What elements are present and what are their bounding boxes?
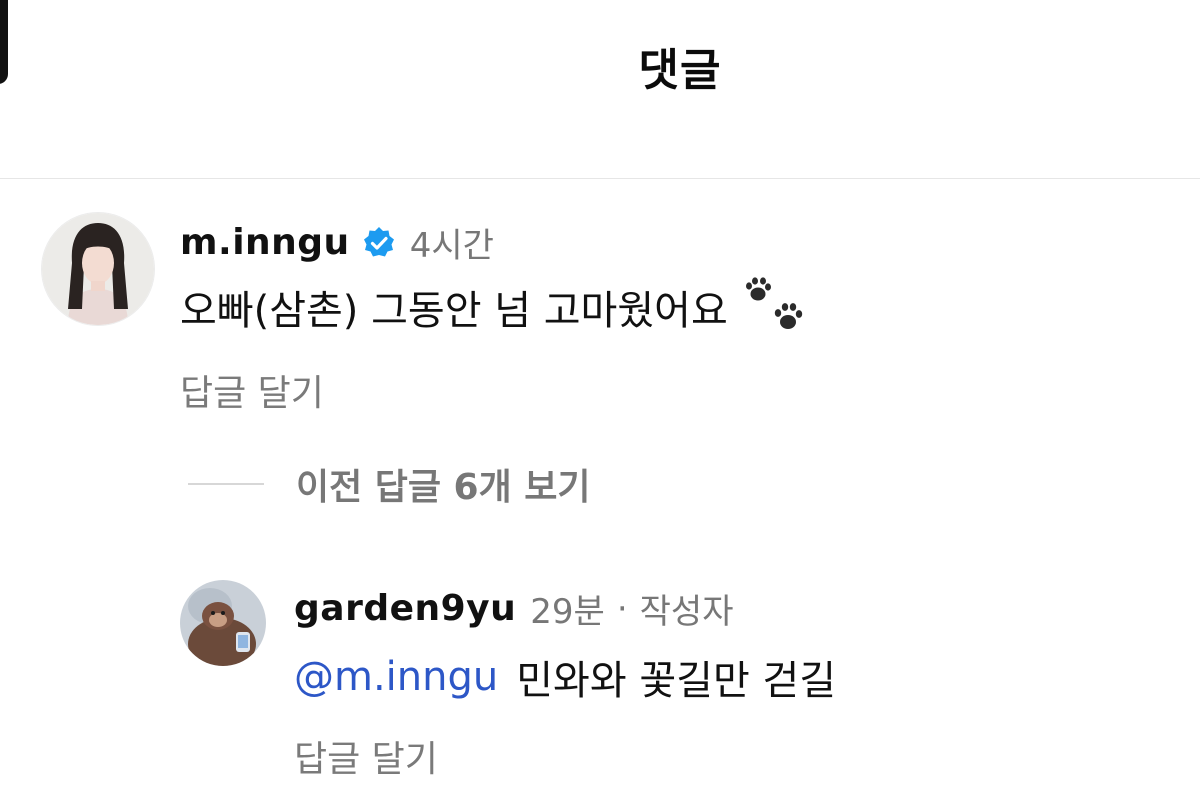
reply-header: garden9yu 29분 · 작성자 [294, 584, 733, 633]
reply-button[interactable]: 답글 달기 [180, 364, 324, 416]
reply-text: 민와와 꽃길만 걷길 [516, 658, 837, 704]
comment-username[interactable]: m.inngu [180, 222, 350, 263]
reply-body: @m.inngu 민와와 꽃길만 걷길 [294, 648, 836, 706]
reply-button[interactable]: 답글 달기 [294, 730, 438, 782]
author-badge: 작성자 [639, 592, 734, 632]
verified-badge-icon [362, 226, 396, 260]
meta-separator: · [616, 588, 628, 629]
view-previous-replies-label: 이전 답글 6개 보기 [296, 467, 591, 508]
mention-link[interactable]: @m.inngu [294, 654, 498, 700]
reply-username[interactable]: garden9yu [294, 588, 516, 629]
view-previous-replies-button[interactable]: 이전 답글 6개 보기 [188, 458, 591, 510]
comment-text: 오빠(삼촌) 그동안 넘 고마웠어요 [180, 288, 728, 334]
avatar[interactable] [41, 212, 155, 326]
comment-body: 오빠(삼촌) 그동안 넘 고마웠어요 [180, 276, 808, 338]
comment-header: m.inngu 4시간 [180, 218, 494, 267]
reply-time: 29분 [530, 592, 605, 632]
replies-divider-line [188, 483, 264, 485]
avatar[interactable] [180, 580, 266, 666]
page-title: 댓글 [638, 45, 722, 96]
comment-time: 4시간 [409, 226, 494, 266]
comments-header: 댓글 [0, 0, 1200, 179]
avatar-image [42, 213, 154, 325]
paw-prints-icon [742, 276, 808, 338]
avatar-image [180, 580, 266, 666]
